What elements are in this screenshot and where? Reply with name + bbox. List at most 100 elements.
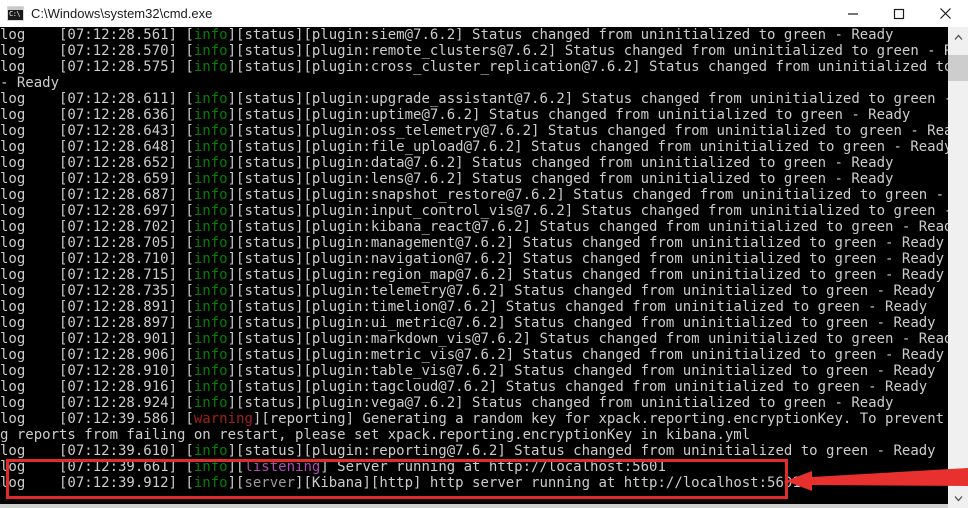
console-line: log [07:12:28.659] [info][status][plugin… [0,171,948,187]
close-icon [939,8,951,19]
console-line-segment: - Ready [0,75,60,91]
console-line-segment: ][status][plugin:file_upload@7.6.2] Stat… [227,139,948,155]
console-line-segment: ][status][plugin:remote_clusters@7.6.2] … [227,43,948,59]
console-line-segment: ][status][plugin:telemetry@7.6.2] Status… [227,283,936,299]
console-line: log [07:12:28.705] [info][status][plugin… [0,235,948,251]
console-line: log [07:12:28.611] [info][status][plugin… [0,91,948,107]
console-line-segment: log [07:12:28.901] [ [0,331,194,347]
console-line: log [07:12:28.924] [info][status][plugin… [0,395,948,411]
console-output[interactable]: log [07:12:28.561] [info][status][plugin… [0,27,948,508]
console-line-segment: ][status][plugin:ui_metric@7.6.2] Status… [227,315,936,331]
console-line-segment: log [07:12:28.611] [ [0,91,194,107]
scroll-up-arrow[interactable] [948,27,968,47]
console-line-segment: ][reporting] Generating a random key for… [252,411,948,427]
console-line-segment: ][status][plugin:kibana_react@7.6.2] Sta… [227,219,948,235]
chevron-down-icon [954,495,962,501]
console-line-segment: log [07:12:28.575] [ [0,59,194,75]
console-line-segment: ][status][plugin:navigation@7.6.2] Statu… [227,251,945,267]
console-line-segment: ][status][plugin:lens@7.6.2] Status chan… [227,171,894,187]
console-line-segment: info [193,379,228,395]
console-line: log [07:12:28.906] [info][status][plugin… [0,347,948,363]
console-line-segment: ][status][plugin:table_vis@7.6.2] Status… [227,363,936,379]
console-line-segment: log [07:12:28.648] [ [0,139,194,155]
console-line: log [07:12:28.575] [info][status][plugin… [0,59,948,75]
console-line: log [07:12:28.643] [info][status][plugin… [0,123,948,139]
console-line-segment: log [07:12:28.652] [ [0,155,194,171]
cmd-window: C:\ C:\Windows\system32\cmd.exe log [07:… [0,0,968,508]
console-line-segment: ][status][plugin:uptime@7.6.2] Status ch… [227,107,911,123]
console-line-segment: log [07:12:28.710] [ [0,251,194,267]
console-line-segment: ][status][plugin:vega@7.6.2] Status chan… [227,395,894,411]
window-controls [830,0,968,27]
cmd-icon-glyph: C:\ [9,10,21,18]
console-line-segment: info [193,395,228,411]
console-line-segment: ][status][plugin:cross_cluster_replicati… [227,59,948,75]
console-line-segment: info [193,43,228,59]
console-line-segment: info [193,251,228,267]
console-line-segment: log [07:12:28.891] [ [0,299,194,315]
console-line-segment: info [193,363,228,379]
console-line-segment: info [193,459,228,475]
console-line-segment: log [07:12:39.610] [ [0,443,194,459]
console-line: log [07:12:28.652] [info][status][plugin… [0,155,948,171]
chevron-up-icon [954,34,962,40]
scrollbar-track[interactable] [948,47,968,488]
console-line: log [07:12:28.715] [info][status][plugin… [0,267,948,283]
console-line-segment: log [07:12:28.570] [ [0,43,194,59]
console-line-segment: log [07:12:28.735] [ [0,283,194,299]
console-line-segment: info [193,299,228,315]
console-line-segment: info [193,123,228,139]
console-line-segment: info [193,219,228,235]
maximize-button[interactable] [876,0,922,27]
console-line-segment: ][status][plugin:reporting@7.6.2] Status… [227,443,936,459]
console-line: log [07:12:28.897] [info][status][plugin… [0,315,948,331]
close-button[interactable] [922,0,968,27]
console-lines: log [07:12:28.561] [info][status][plugin… [0,27,948,491]
title-bar-left: C:\ C:\Windows\system32\cmd.exe [0,6,830,21]
console-line-segment: info [193,155,228,171]
console-line-segment: info [193,59,228,75]
console-line-segment: info [193,315,228,331]
console-line-segment: ][ [227,459,245,475]
console-line-segment: g reports from failing on restart, pleas… [0,427,751,443]
scroll-down-arrow[interactable] [948,488,968,508]
console-line: log [07:12:28.636] [info][status][plugin… [0,107,948,123]
console-line-segment: ][status][plugin:input_control_vis@7.6.2… [227,203,948,219]
console-line: log [07:12:28.702] [info][status][plugin… [0,219,948,235]
console-line-segment: ][Kibana][http] http server running at h… [295,475,801,491]
console-line-segment: info [193,203,228,219]
console-line-segment: log [07:12:28.906] [ [0,347,194,363]
minimize-button[interactable] [830,0,876,27]
console-line-segment: info [193,475,228,491]
console-line-segment: log [07:12:28.636] [ [0,107,194,123]
console-line: - Ready [0,75,948,91]
window-title: C:\Windows\system32\cmd.exe [31,6,213,21]
console-line: log [07:12:28.570] [info][status][plugin… [0,43,948,59]
console-line-segment: log [07:12:28.924] [ [0,395,194,411]
console-line-segment: info [193,107,228,123]
console-line: log [07:12:28.648] [info][status][plugin… [0,139,948,155]
console-line-segment: warning [193,411,253,427]
console-line-segment: info [193,443,228,459]
console-line: log [07:12:39.912] [info][server][Kibana… [0,475,948,491]
console-line-segment: ][status][plugin:region_map@7.6.2] Statu… [227,267,945,283]
console-scrollbar[interactable] [948,27,968,508]
console-line-segment: ][status][plugin:oss_telemetry@7.6.2] St… [227,123,948,139]
console-line-segment: log [07:12:28.561] [ [0,27,194,43]
scrollbar-thumb[interactable] [948,55,968,81]
console-line: log [07:12:39.661] [info][listening] Ser… [0,459,948,475]
console-line-segment: info [193,331,228,347]
console-line-segment: info [193,347,228,363]
console-line-segment: info [193,283,228,299]
console-line: log [07:12:28.697] [info][status][plugin… [0,203,948,219]
console-line-segment: ][ [227,475,245,491]
console-line: log [07:12:28.901] [info][status][plugin… [0,331,948,347]
console-line: log [07:12:28.735] [info][status][plugin… [0,283,948,299]
console-line-segment: info [193,267,228,283]
console-line-segment: info [193,91,228,107]
console-line: log [07:12:28.710] [info][status][plugin… [0,251,948,267]
console-bottom-edge [0,504,948,508]
title-bar: C:\ C:\Windows\system32\cmd.exe [0,0,968,27]
console-line-segment: info [193,171,228,187]
console-line-segment: log [07:12:28.715] [ [0,267,194,283]
